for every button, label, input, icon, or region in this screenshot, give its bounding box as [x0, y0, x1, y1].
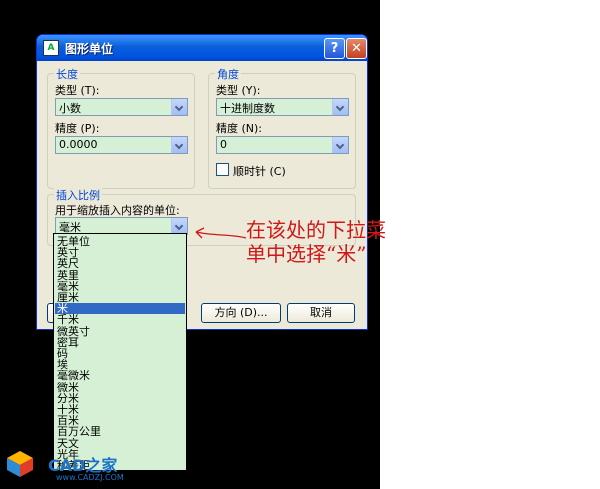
logo-url: www.CADZJ.COM	[56, 473, 124, 482]
annotation-line-1: 在该处的下拉菜	[246, 218, 386, 242]
cadzj-logo: CAD之家 www.CADZJ.COM	[6, 448, 186, 486]
annotation-line-2: 单中选择“米”	[246, 242, 367, 266]
cube-logo-icon	[7, 451, 33, 477]
annotation-text: 在该处的下拉菜 单中选择“米”	[246, 218, 436, 266]
